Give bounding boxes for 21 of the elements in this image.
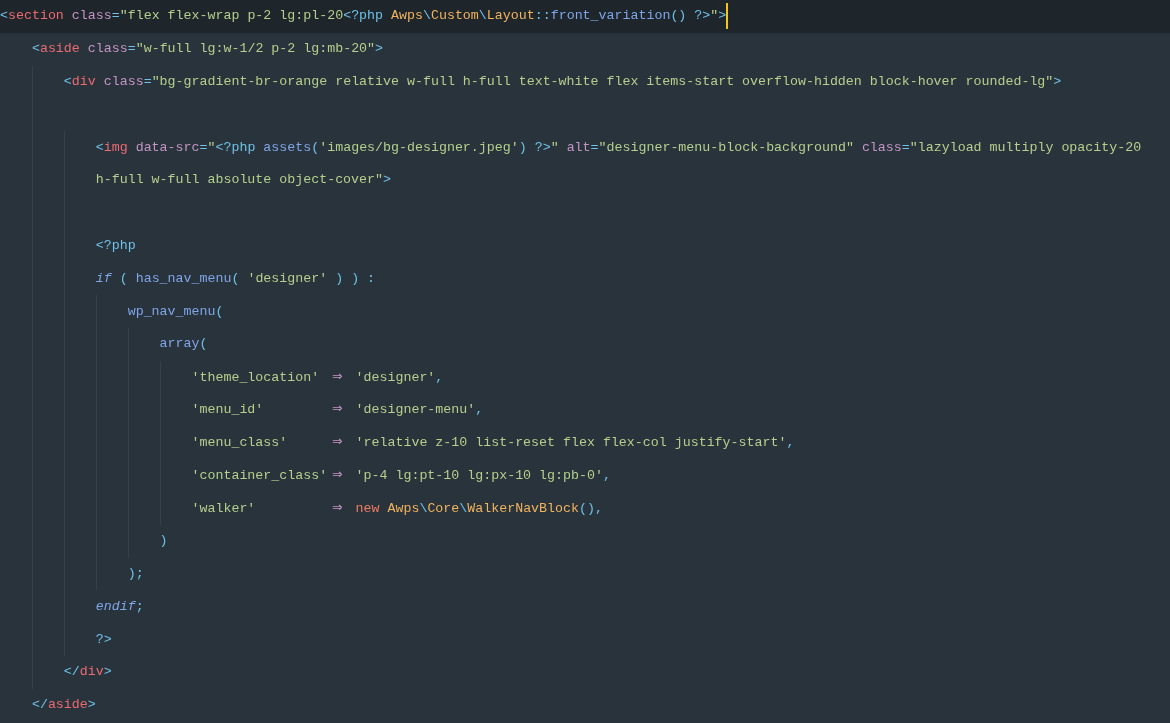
code-line: 'menu_id' ⇒ 'designer-menu',	[190, 400, 484, 420]
code-line: 'walker' ⇒ new Awps\Core\WalkerNavBlock(),	[190, 498, 603, 518]
code-line: <div class="bg-gradient-br-orange relative w-full h-full text-white flex items-start overflow-hidden block-hover rounded-lg">	[62, 73, 1062, 91]
code-line: ?>	[94, 630, 112, 649]
code-line: </div>	[62, 663, 112, 682]
code-line: <aside class="w-full lg:w-1/2 p-2 lg:mb-20">	[30, 40, 384, 59]
code-line: </aside>	[30, 696, 96, 715]
code-line: array(	[158, 335, 208, 354]
code-line: );	[126, 564, 144, 583]
code-line: 'container_class' ⇒ 'p-4 lg:pt-10 lg:px-10 lg:pb-0',	[190, 466, 611, 486]
code-line: 'menu_class' ⇒ 'relative z-10 list-reset flex flex-col justify-start',	[190, 433, 795, 453]
text-cursor	[726, 3, 729, 30]
code-line: wp_nav_menu(	[126, 302, 224, 321]
code-line: 'theme_location' ⇒ 'designer',	[190, 367, 444, 387]
code-line: h-full w-full absolute object-cover">	[94, 171, 391, 190]
code-line: if ( has_nav_menu( 'designer' ) ) :	[94, 269, 376, 288]
code-line: <?php	[94, 236, 136, 255]
code-line: <section class="flex flex-wrap p-2 lg:pl-20<?php Awps\Custom\Layout::front_variation() ?>">	[0, 7, 727, 26]
code-line: endif;	[94, 597, 144, 616]
code-line: <img data-src="<?php assets('images/bg-designer.jpeg') ?>" alt="designer-menu-block-background" class="lazyload multiply opacity-20	[94, 138, 1142, 157]
code-line: )	[158, 532, 168, 551]
